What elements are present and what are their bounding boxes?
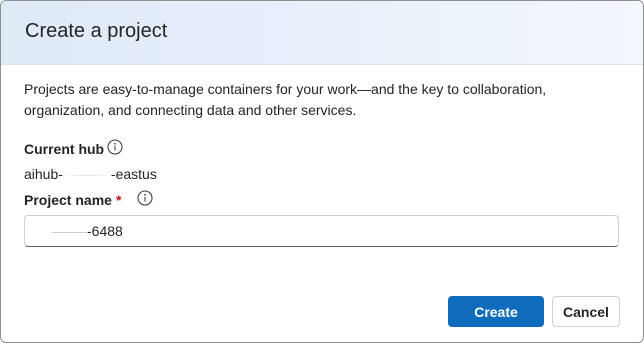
- current-hub-label: Current hub: [24, 141, 104, 157]
- create-button[interactable]: Create: [448, 296, 544, 327]
- dialog-description: Projects are easy-to-manage containers f…: [24, 81, 547, 118]
- dialog-title: Create a project: [25, 20, 168, 42]
- redacted-segment: [51, 232, 87, 233]
- info-icon[interactable]: [107, 139, 123, 155]
- cancel-button-label: Cancel: [563, 303, 609, 320]
- hub-name-prefix: aihub-: [24, 166, 63, 182]
- hub-name-suffix: -eastus: [110, 166, 157, 182]
- current-hub-value: aihub- -eastus: [24, 166, 157, 182]
- redacted-segment: [62, 174, 111, 176]
- create-project-dialog: Create a project Projects are easy-to-ma…: [0, 0, 644, 343]
- create-button-label: Create: [474, 303, 518, 320]
- info-icon[interactable]: [137, 190, 153, 206]
- project-name-label-text: Project name: [24, 192, 112, 208]
- required-marker: *: [115, 192, 122, 208]
- current-hub-label-text: Current hub: [24, 141, 105, 157]
- project-name-input[interactable]: -6488: [24, 215, 619, 247]
- project-name-label: Project name *: [24, 192, 121, 208]
- dialog-header: Create a project: [1, 1, 643, 65]
- project-name-value: -6488: [87, 223, 123, 239]
- cancel-button[interactable]: Cancel: [552, 296, 620, 327]
